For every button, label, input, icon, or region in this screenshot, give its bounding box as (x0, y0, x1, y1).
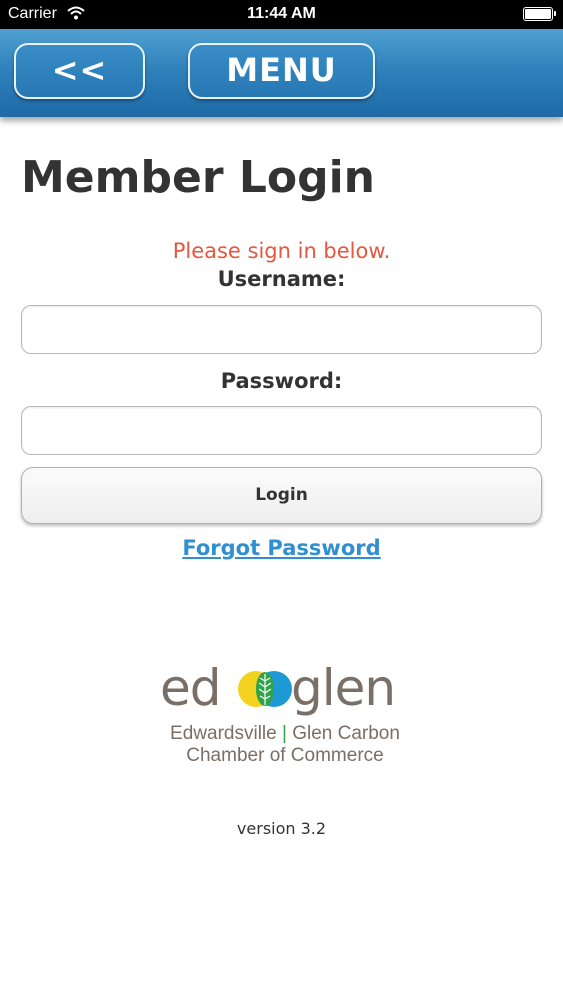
tagline-glen-carbon: Glen Carbon (292, 723, 400, 744)
menu-button[interactable]: MENU (188, 43, 375, 99)
chamber-logo: ed glen Edwardsville | Glen Carbon Chamb… (160, 660, 410, 770)
status-bar: Carrier 11:44 AM (0, 0, 563, 29)
tagline-edwardsville: Edwardsville (170, 723, 277, 744)
forgot-password-link[interactable]: Forgot Password (0, 536, 563, 560)
nav-bar: << MENU (0, 29, 563, 117)
password-label: Password: (220, 369, 343, 393)
username-input[interactable] (21, 305, 542, 354)
logo-tagline-line2: Chamber of Commerce (186, 745, 384, 766)
battery-icon (523, 7, 556, 21)
status-time: 11:44 AM (247, 5, 316, 22)
leaf-logo-icon (237, 667, 293, 711)
password-input[interactable] (21, 406, 542, 455)
username-label: Username: (217, 267, 346, 291)
tagline-divider: | (281, 723, 287, 744)
version-label: version 3.2 (236, 819, 327, 838)
sign-in-prompt: Please sign in below. (172, 239, 391, 263)
logo-word-right: glen (291, 659, 396, 717)
logo-word-left: ed (160, 659, 221, 717)
back-button[interactable]: << (14, 43, 145, 99)
page-title: Member Login (21, 152, 375, 203)
logo-tagline-line1: Edwardsville | Glen Carbon (160, 723, 410, 745)
login-button[interactable]: Login (21, 467, 542, 524)
